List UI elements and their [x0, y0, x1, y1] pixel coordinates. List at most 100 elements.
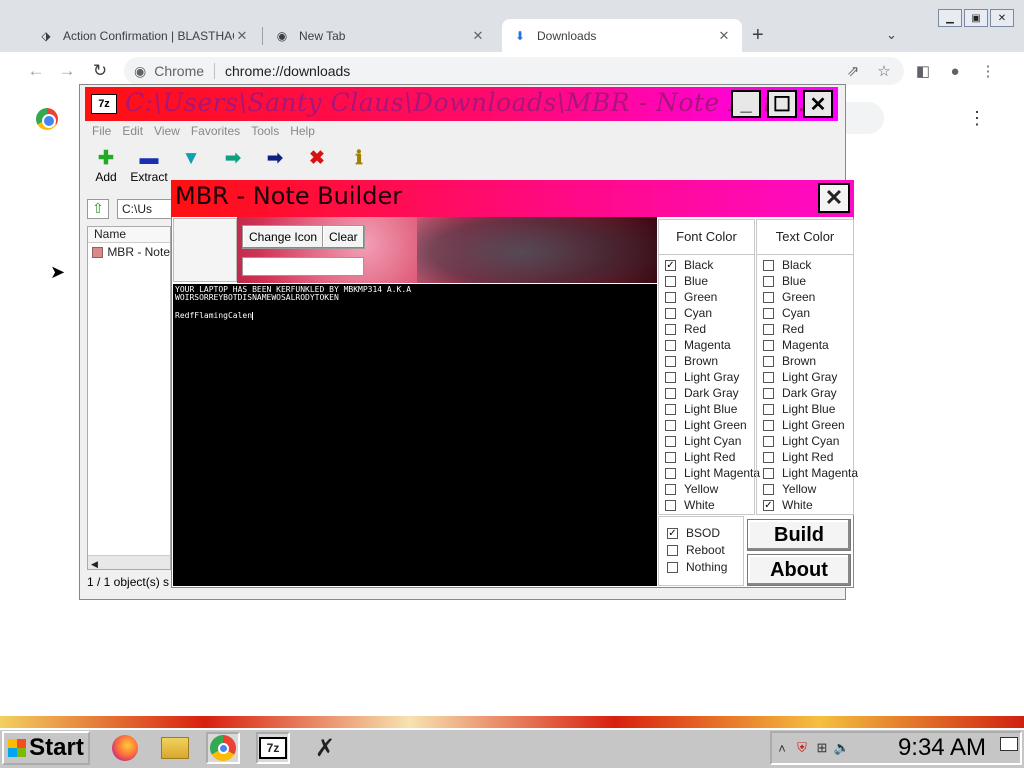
checkbox[interactable]: [667, 561, 678, 573]
font-color-option-light-green[interactable]: Light Green: [665, 417, 760, 433]
network-icon[interactable]: ⊞: [812, 740, 832, 756]
menu-file[interactable]: File: [92, 124, 111, 138]
text-color-option-blue[interactable]: Blue: [763, 273, 858, 289]
reload-icon[interactable]: ↻: [87, 58, 113, 84]
checkbox[interactable]: [763, 291, 774, 303]
text-color-option-cyan[interactable]: Cyan: [763, 305, 858, 321]
menu-help[interactable]: Help: [290, 124, 315, 138]
checkbox[interactable]: [665, 403, 676, 415]
minimize-icon[interactable]: ▁: [938, 9, 962, 27]
checkbox[interactable]: [665, 435, 676, 447]
checkbox[interactable]: [665, 339, 676, 351]
menu-favorites[interactable]: Favorites: [191, 124, 240, 138]
font-color-option-light-cyan[interactable]: Light Cyan: [665, 433, 760, 449]
text-color-option-light-green[interactable]: Light Green: [763, 417, 858, 433]
start-button[interactable]: Start: [2, 731, 90, 765]
build-button[interactable]: Build: [747, 519, 851, 551]
checkbox[interactable]: [763, 387, 774, 399]
text-color-option-magenta[interactable]: Magenta: [763, 337, 858, 353]
font-color-option-light-magenta[interactable]: Light Magenta: [665, 465, 760, 481]
checkbox[interactable]: [763, 403, 774, 415]
font-color-option-dark-gray[interactable]: Dark Gray: [665, 385, 760, 401]
font-color-option-red[interactable]: Red: [665, 321, 760, 337]
font-color-option-magenta[interactable]: Magenta: [665, 337, 760, 353]
sevenzip-taskbar-icon[interactable]: 7z: [256, 732, 290, 764]
chrome-taskbar-icon[interactable]: [206, 732, 240, 764]
profile-icon[interactable]: ●: [944, 60, 966, 82]
text-color-option-white[interactable]: ✓ White: [763, 497, 858, 513]
font-color-option-cyan[interactable]: Cyan: [665, 305, 760, 321]
change-icon-button[interactable]: Change Icon: [242, 225, 325, 249]
text-color-option-light-gray[interactable]: Light Gray: [763, 369, 858, 385]
close-icon[interactable]: ✕: [716, 28, 732, 44]
checkbox[interactable]: [667, 544, 678, 556]
checkbox[interactable]: [665, 419, 676, 431]
checkbox[interactable]: [665, 275, 676, 287]
checkbox[interactable]: [763, 467, 774, 479]
font-color-option-black[interactable]: ✓ Black: [665, 257, 760, 273]
menu-tools[interactable]: Tools: [251, 124, 279, 138]
back-icon[interactable]: ←: [23, 58, 49, 84]
share-icon[interactable]: ⇗: [842, 60, 864, 82]
checkbox[interactable]: ✓: [665, 259, 676, 271]
minimize-icon[interactable]: _: [731, 90, 761, 118]
new-tab-button[interactable]: +: [752, 24, 764, 47]
side-panel-icon[interactable]: ◧: [912, 60, 934, 82]
note-builder-taskbar-icon[interactable]: ✗: [308, 732, 342, 764]
checkbox[interactable]: [665, 307, 676, 319]
checkbox[interactable]: [665, 323, 676, 335]
font-color-option-blue[interactable]: Blue: [665, 273, 760, 289]
checkbox[interactable]: [665, 355, 676, 367]
clear-button[interactable]: Clear: [322, 225, 365, 249]
action-option-nothing[interactable]: Nothing: [667, 559, 727, 575]
star-icon[interactable]: ☆: [873, 60, 895, 82]
more-options-icon[interactable]: ⋮: [968, 108, 986, 129]
checkbox[interactable]: [665, 451, 676, 463]
maximize-icon[interactable]: ☐: [767, 90, 797, 118]
test-button[interactable]: ▼: [170, 148, 212, 170]
checkbox[interactable]: [763, 307, 774, 319]
text-color-option-light-blue[interactable]: Light Blue: [763, 401, 858, 417]
close-icon[interactable]: ✕: [234, 28, 250, 44]
scroll-left-icon[interactable]: ◀: [88, 559, 98, 569]
address-bar[interactable]: ◉ Chrome chrome://downloads: [124, 57, 904, 85]
close-icon[interactable]: ✕: [990, 9, 1014, 27]
checkbox[interactable]: [665, 291, 676, 303]
copy-button[interactable]: ➡: [212, 148, 254, 170]
about-button[interactable]: About: [747, 554, 851, 586]
font-color-option-light-red[interactable]: Light Red: [665, 449, 760, 465]
checkbox[interactable]: [763, 371, 774, 383]
font-color-option-yellow[interactable]: Yellow: [665, 481, 760, 497]
chevron-up-icon[interactable]: ˄: [772, 741, 792, 756]
checkbox[interactable]: [763, 323, 774, 335]
text-color-option-light-red[interactable]: Light Red: [763, 449, 858, 465]
font-color-option-light-gray[interactable]: Light Gray: [665, 369, 760, 385]
horizontal-scrollbar[interactable]: ◀: [88, 555, 170, 569]
column-header-name[interactable]: Name: [88, 227, 170, 243]
chevron-down-icon[interactable]: ⌄: [886, 27, 897, 43]
text-color-option-light-magenta[interactable]: Light Magenta: [763, 465, 858, 481]
checkbox[interactable]: [665, 387, 676, 399]
firefox-icon[interactable]: [108, 732, 142, 764]
menu-edit[interactable]: Edit: [122, 124, 143, 138]
checkbox[interactable]: ✓: [667, 527, 678, 539]
file-explorer-icon[interactable]: [158, 732, 192, 764]
checkbox[interactable]: [763, 275, 774, 287]
text-color-option-dark-gray[interactable]: Dark Gray: [763, 385, 858, 401]
sevenzip-path-input[interactable]: C:\Us: [117, 199, 177, 219]
checkbox[interactable]: ✓: [763, 499, 774, 511]
speaker-icon[interactable]: 🔈: [832, 740, 852, 756]
text-color-option-yellow[interactable]: Yellow: [763, 481, 858, 497]
menu-view[interactable]: View: [154, 124, 180, 138]
font-color-option-brown[interactable]: Brown: [665, 353, 760, 369]
close-icon[interactable]: ✕: [803, 90, 833, 118]
folder-up-icon[interactable]: ⇧: [87, 199, 109, 219]
font-color-option-white[interactable]: White: [665, 497, 760, 513]
forward-icon[interactable]: →: [54, 58, 80, 84]
tab-downloads[interactable]: ⬇ Downloads ✕: [502, 19, 742, 52]
checkbox[interactable]: [763, 419, 774, 431]
checkbox[interactable]: [665, 483, 676, 495]
tab-new-tab[interactable]: ◉ New Tab ✕: [264, 19, 496, 52]
text-color-option-red[interactable]: Red: [763, 321, 858, 337]
clock[interactable]: 9:34 AM: [898, 734, 986, 762]
